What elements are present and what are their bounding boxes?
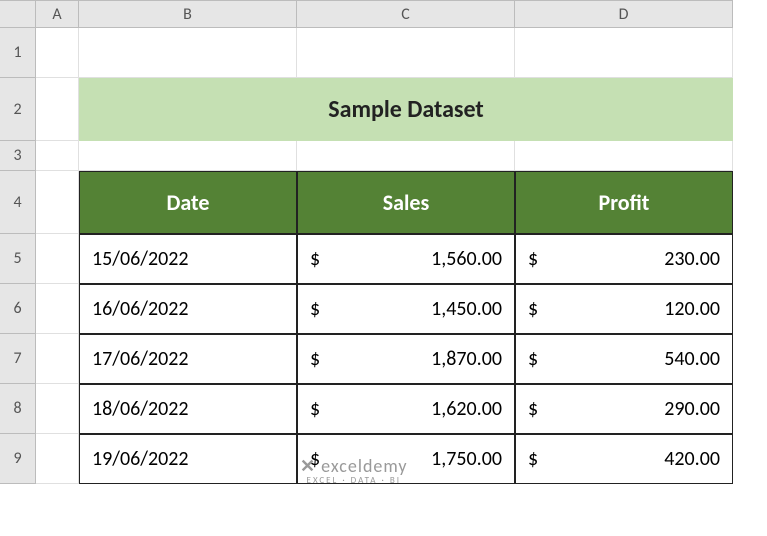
currency-symbol: $ (310, 247, 320, 271)
row-header-7[interactable]: 7 (0, 334, 36, 384)
cell-A7[interactable] (36, 334, 79, 384)
row-header-3[interactable]: 3 (0, 141, 36, 171)
cell-A4[interactable] (36, 171, 79, 234)
cell-profit-4-value: 420.00 (664, 447, 720, 471)
cell-profit-0[interactable]: $230.00 (515, 234, 733, 284)
currency-symbol: $ (310, 297, 320, 321)
cell-profit-1-value: 120.00 (664, 297, 720, 321)
cell-sales-1-value: 1,450.00 (431, 297, 502, 321)
cell-profit-1[interactable]: $120.00 (515, 284, 733, 334)
cell-date-1[interactable]: 16/06/2022 (79, 284, 297, 334)
currency-symbol: $ (310, 397, 320, 421)
currency-symbol: $ (528, 447, 538, 471)
cell-date-2[interactable]: 17/06/2022 (79, 334, 297, 384)
cell-C3[interactable] (297, 141, 515, 171)
table-header-sales[interactable]: Sales (297, 171, 515, 234)
row-header-2[interactable]: 2 (0, 78, 36, 141)
spreadsheet-grid[interactable]: A B C D 1 2 Sample Dataset 3 4 Date Sale… (0, 0, 767, 484)
row-header-5[interactable]: 5 (0, 234, 36, 284)
cell-A6[interactable] (36, 284, 79, 334)
cell-sales-4-value: 1,750.00 (431, 447, 502, 471)
cell-sales-4[interactable]: $1,750.00 (297, 434, 515, 484)
row-header-6[interactable]: 6 (0, 284, 36, 334)
col-header-C[interactable]: C (297, 0, 515, 28)
currency-symbol: $ (310, 347, 320, 371)
cell-sales-3-value: 1,620.00 (431, 397, 502, 421)
cell-profit-0-value: 230.00 (664, 247, 720, 271)
select-all-corner[interactable] (0, 0, 36, 28)
currency-symbol: $ (528, 297, 538, 321)
row-header-4[interactable]: 4 (0, 171, 36, 234)
col-header-D[interactable]: D (515, 0, 733, 28)
cell-sales-1[interactable]: $1,450.00 (297, 284, 515, 334)
cell-profit-4[interactable]: $420.00 (515, 434, 733, 484)
col-header-B[interactable]: B (79, 0, 297, 28)
cell-sales-0-value: 1,560.00 (431, 247, 502, 271)
cell-A2[interactable] (36, 78, 79, 141)
cell-A3[interactable] (36, 141, 79, 171)
cell-sales-0[interactable]: $1,560.00 (297, 234, 515, 284)
cell-B1[interactable] (79, 28, 297, 78)
title-cell[interactable]: Sample Dataset (79, 78, 733, 141)
currency-symbol: $ (528, 397, 538, 421)
cell-date-3[interactable]: 18/06/2022 (79, 384, 297, 434)
row-header-9[interactable]: 9 (0, 434, 36, 484)
row-header-1[interactable]: 1 (0, 28, 36, 78)
cell-profit-2[interactable]: $540.00 (515, 334, 733, 384)
col-header-A[interactable]: A (36, 0, 79, 28)
cell-A1[interactable] (36, 28, 79, 78)
cell-D1[interactable] (515, 28, 733, 78)
table-header-date[interactable]: Date (79, 171, 297, 234)
cell-profit-2-value: 540.00 (664, 347, 720, 371)
currency-symbol: $ (310, 447, 320, 471)
cell-date-4[interactable]: 19/06/2022 (79, 434, 297, 484)
cell-B3[interactable] (79, 141, 297, 171)
cell-A8[interactable] (36, 384, 79, 434)
cell-profit-3-value: 290.00 (664, 397, 720, 421)
cell-date-0[interactable]: 15/06/2022 (79, 234, 297, 284)
cell-A9[interactable] (36, 434, 79, 484)
currency-symbol: $ (528, 247, 538, 271)
cell-C1[interactable] (297, 28, 515, 78)
cell-profit-3[interactable]: $290.00 (515, 384, 733, 434)
cell-sales-2[interactable]: $1,870.00 (297, 334, 515, 384)
cell-D3[interactable] (515, 141, 733, 171)
table-header-profit[interactable]: Profit (515, 171, 733, 234)
currency-symbol: $ (528, 347, 538, 371)
cell-A5[interactable] (36, 234, 79, 284)
row-header-8[interactable]: 8 (0, 384, 36, 434)
cell-sales-3[interactable]: $1,620.00 (297, 384, 515, 434)
cell-sales-2-value: 1,870.00 (431, 347, 502, 371)
